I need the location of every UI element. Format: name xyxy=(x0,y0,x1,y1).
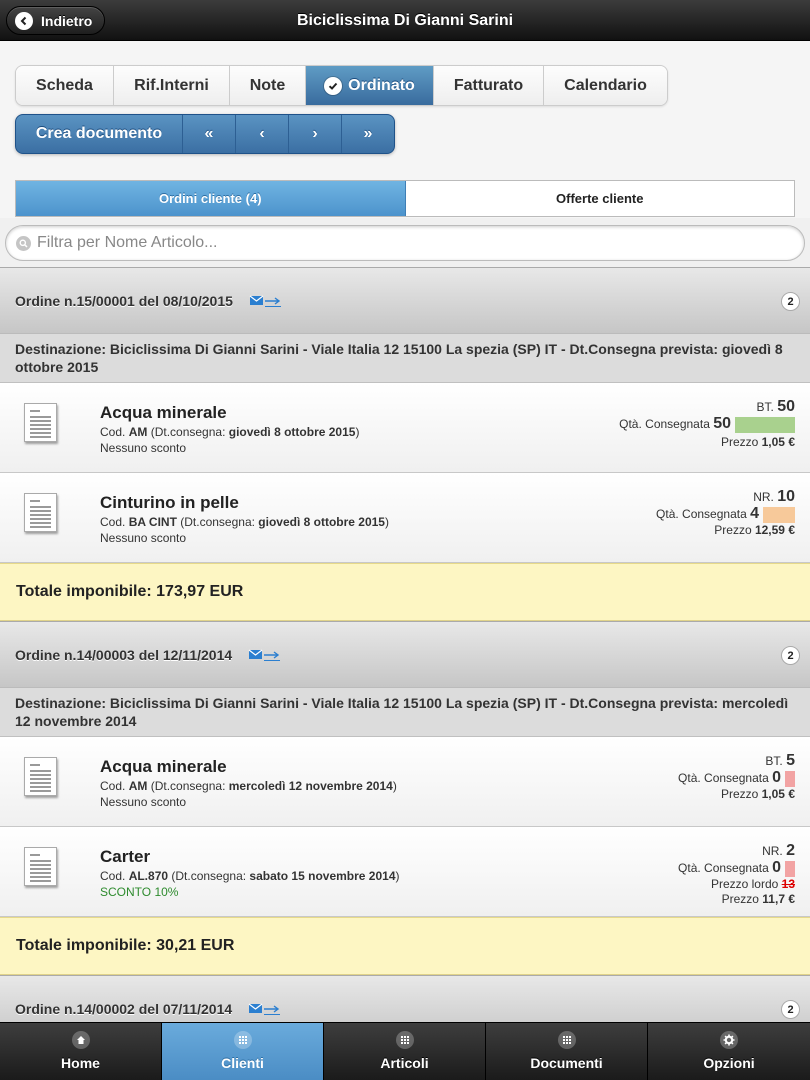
offers-segment[interactable]: Offerte cliente xyxy=(405,181,794,216)
prev-page-button[interactable]: ‹ xyxy=(236,115,289,153)
last-page-button[interactable]: » xyxy=(342,115,394,153)
item-code: Cod. AL.870 (Dt.consegna: sabato 15 nove… xyxy=(100,869,400,883)
document-icon xyxy=(24,757,57,796)
delivered-qty: Qtà. Consegnata 4 xyxy=(656,505,795,523)
document-icon xyxy=(24,493,57,532)
filter-input[interactable] xyxy=(37,234,737,252)
grid-icon xyxy=(558,1031,576,1049)
price: Prezzo 1,05 € xyxy=(720,435,795,449)
tab-calendario[interactable]: Calendario xyxy=(544,66,667,105)
order-total: Totale imponibile: 30,21 EUR xyxy=(0,917,810,975)
order-header[interactable]: Ordine n.15/00001 del 08/10/2015 2 xyxy=(0,267,810,334)
discount-text: Nessuno sconto xyxy=(100,795,187,809)
list-item[interactable]: Acqua minerale Cod. AM (Dt.consegna: gio… xyxy=(0,383,810,473)
destination-info: Destinazione: Biciclissima Di Gianni Sar… xyxy=(0,688,810,737)
discount-text: SCONTO 10% xyxy=(100,885,179,899)
count-badge: 2 xyxy=(781,292,800,311)
document-icon xyxy=(24,403,57,442)
order-title: Ordine n.15/00001 del 08/10/2015 xyxy=(15,292,233,309)
document-icon xyxy=(24,847,57,886)
email-send-icon[interactable] xyxy=(248,648,282,662)
orders-list: Ordine n.15/00001 del 08/10/2015 2 Desti… xyxy=(0,267,810,1042)
ordered-qty: BT. 50 xyxy=(756,398,795,415)
page-title: Biciclissima Di Gianni Sarini xyxy=(296,12,514,29)
delivered-progress-bar xyxy=(785,860,795,877)
nav-home[interactable]: Home xyxy=(0,1023,162,1080)
nav-clienti[interactable]: Clienti xyxy=(162,1023,324,1080)
tab-note[interactable]: Note xyxy=(230,66,306,105)
item-name: Cinturino in pelle xyxy=(100,493,239,512)
tab-bar: Scheda Rif.Interni Note Ordinato Fattura… xyxy=(15,65,668,106)
discount-text: Nessuno sconto xyxy=(100,531,187,545)
discount-text: Nessuno sconto xyxy=(100,441,187,455)
item-code: Cod. AM (Dt.consegna: giovedì 8 ottobre … xyxy=(100,425,360,439)
nav-articoli-label: Articoli xyxy=(380,1055,429,1071)
item-code: Cod. BA CINT (Dt.consegna: giovedì 8 ott… xyxy=(100,515,389,529)
destination-info: Destinazione: Biciclissima Di Gianni Sar… xyxy=(0,334,810,383)
nav-opzioni[interactable]: Opzioni xyxy=(648,1023,810,1080)
order-total: Totale imponibile: 173,97 EUR xyxy=(0,563,810,621)
tab-scheda[interactable]: Scheda xyxy=(16,66,114,105)
next-page-button[interactable]: › xyxy=(289,115,342,153)
tab-rif-interni[interactable]: Rif.Interni xyxy=(114,66,230,105)
price: Prezzo 11,7 € xyxy=(721,892,795,906)
delivered-qty: Qtà. Consegnata 0 xyxy=(678,859,795,877)
bottom-navbar: Home Clienti Articoli Documenti Opzioni xyxy=(0,1022,810,1080)
count-badge: 2 xyxy=(781,646,800,665)
order-title: Ordine n.14/00003 del 12/11/2014 xyxy=(15,646,233,663)
email-send-icon[interactable] xyxy=(248,1002,282,1016)
nav-clienti-label: Clienti xyxy=(221,1055,264,1071)
action-bar: Crea documento « ‹ › » xyxy=(15,114,395,154)
home-icon xyxy=(72,1031,90,1049)
tab-fatturato[interactable]: Fatturato xyxy=(434,66,544,105)
nav-home-label: Home xyxy=(61,1055,100,1071)
ordered-qty: BT. 5 xyxy=(765,752,795,769)
search-icon xyxy=(16,235,31,251)
first-page-button[interactable]: « xyxy=(183,115,236,153)
create-document-button[interactable]: Crea documento xyxy=(16,115,183,153)
orders-segment[interactable]: Ordini cliente (4) xyxy=(16,181,406,216)
count-badge: 2 xyxy=(781,1000,800,1019)
grid-icon xyxy=(396,1031,414,1049)
delivered-qty: Qtà. Consegnata 0 xyxy=(678,769,795,787)
list-item[interactable]: Acqua minerale Cod. AM (Dt.consegna: mer… xyxy=(0,737,810,827)
price: Prezzo 12,59 € xyxy=(714,523,795,537)
nav-documenti-label: Documenti xyxy=(530,1055,603,1071)
list-item[interactable]: Cinturino in pelle Cod. BA CINT (Dt.cons… xyxy=(0,473,810,563)
delivered-qty: Qtà. Consegnata 50 xyxy=(619,415,795,433)
nav-documenti[interactable]: Documenti xyxy=(486,1023,648,1080)
nav-articoli[interactable]: Articoli xyxy=(324,1023,486,1080)
item-name: Carter xyxy=(100,847,151,866)
ordered-qty: NR. 10 xyxy=(753,488,795,505)
item-name: Acqua minerale xyxy=(100,403,227,422)
price: Prezzo 1,05 € xyxy=(720,787,795,801)
grid-icon xyxy=(234,1031,252,1049)
check-icon xyxy=(324,76,343,95)
email-send-icon[interactable] xyxy=(249,294,283,308)
delivered-progress-bar xyxy=(735,416,795,433)
item-name: Acqua minerale xyxy=(100,757,227,776)
list-item[interactable]: Carter Cod. AL.870 (Dt.consegna: sabato … xyxy=(0,827,810,917)
tab-ordinato-label: Ordinato xyxy=(348,76,415,94)
nav-opzioni-label: Opzioni xyxy=(703,1055,755,1071)
header-bar: Indietro Biciclissima Di Gianni Sarini xyxy=(0,0,810,41)
orders-offers-toggle: Ordini cliente (4) Offerte cliente xyxy=(15,180,795,217)
gear-icon xyxy=(720,1031,738,1049)
item-code: Cod. AM (Dt.consegna: mercoledì 12 novem… xyxy=(100,779,397,793)
delivered-progress-bar xyxy=(763,506,795,523)
filter-bar xyxy=(0,218,810,267)
order-header[interactable]: Ordine n.14/00003 del 12/11/2014 2 xyxy=(0,621,810,688)
order-title: Ordine n.14/00002 del 07/11/2014 xyxy=(15,1000,233,1017)
tab-ordinato[interactable]: Ordinato xyxy=(306,66,434,105)
filter-box xyxy=(5,225,805,261)
gross-price: Prezzo lordo 13 xyxy=(710,877,795,891)
delivered-progress-bar xyxy=(785,770,795,787)
ordered-qty: NR. 2 xyxy=(762,842,795,859)
